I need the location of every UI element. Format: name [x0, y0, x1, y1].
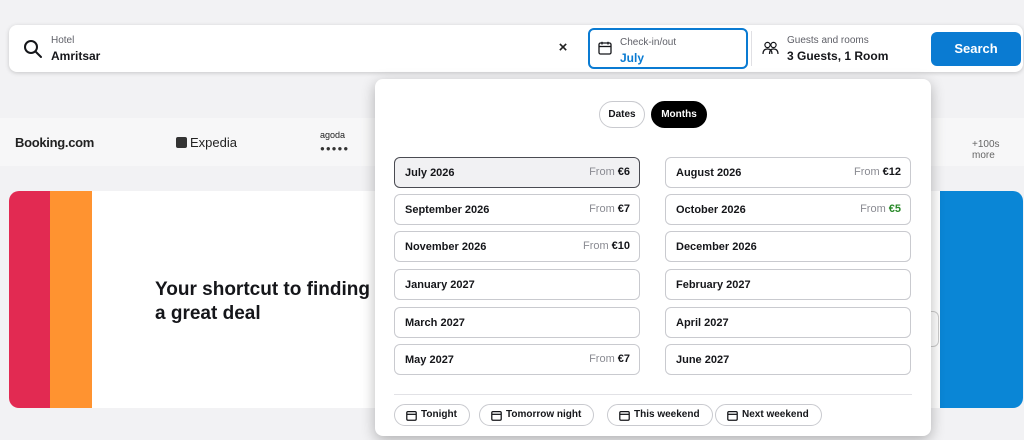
tab-dates[interactable]: Dates [599, 101, 645, 128]
tab-months[interactable]: Months [651, 101, 707, 128]
calendar-icon [406, 410, 417, 421]
month-option[interactable]: December 2026 [665, 231, 911, 262]
price-value: €7 [617, 203, 630, 215]
picker-divider [394, 394, 912, 395]
expedia-logo: Expedia [190, 135, 237, 150]
chip-label: Tonight [421, 409, 457, 420]
month-name: April 2027 [676, 317, 729, 329]
month-option[interactable]: February 2027 [665, 269, 911, 300]
guests-label: Guests and rooms [787, 35, 869, 46]
month-name: October 2026 [676, 204, 746, 216]
banner-headline: Your shortcut to finding a great deal [155, 279, 370, 324]
price-from-label: From [589, 203, 615, 215]
price-from-label: From [582, 240, 609, 252]
month-price: From €6 [589, 166, 630, 178]
price-value: €12 [882, 166, 901, 178]
chip-label: Tomorrow night [506, 409, 582, 420]
guests-field[interactable]: Guests and rooms 3 Guests, 1 Room [752, 28, 927, 69]
guests-icon [762, 41, 779, 55]
chip-label: This weekend [634, 409, 700, 420]
price-from-label: From [860, 203, 886, 215]
month-option[interactable]: April 2027 [665, 307, 911, 338]
month-option[interactable]: May 2027 From €7 [394, 344, 640, 375]
price-value: €7 [617, 353, 630, 365]
price-value: €5 [888, 203, 901, 215]
quick-date-chip[interactable]: Next weekend [715, 404, 822, 426]
month-name: June 2027 [676, 354, 730, 366]
price-from-label: From [853, 166, 880, 178]
month-option[interactable]: November 2026 From €10 [394, 231, 640, 262]
price-from-label: From [589, 166, 615, 178]
month-name: August 2026 [676, 167, 742, 179]
search-button[interactable]: Search [931, 32, 1021, 66]
checkin-field[interactable]: Check-in/out July [588, 28, 748, 69]
banner-red-stripe [9, 191, 50, 408]
calendar-icon [727, 410, 738, 421]
booking-logo: Booking.com [15, 135, 95, 150]
price-from-label: From [589, 353, 615, 365]
hotel-input[interactable]: Amritsar [51, 49, 100, 63]
banner-orange-stripe [50, 191, 92, 408]
month-price: From €10 [583, 240, 630, 252]
month-price: From €12 [854, 166, 901, 178]
month-price: From €7 [589, 353, 630, 365]
month-option[interactable]: March 2027 [394, 307, 640, 338]
month-picker-popup: Dates Months July 2026 From €6 September 20… [375, 79, 931, 436]
month-name: May 2027 [405, 354, 454, 366]
agoda-dots-icon: ●●●●● [320, 144, 350, 153]
checkin-value: July [620, 51, 645, 65]
price-value: €6 [617, 166, 630, 178]
calendar-icon [491, 410, 502, 421]
quick-date-chip[interactable]: Tonight [394, 404, 470, 426]
quick-date-chip[interactable]: Tomorrow night [479, 404, 595, 426]
month-name: March 2027 [405, 317, 465, 329]
calendar-icon [619, 410, 630, 421]
month-name: December 2026 [676, 241, 757, 253]
search-icon [24, 40, 42, 58]
checkin-label: Check-in/out [620, 37, 677, 48]
month-option[interactable]: September 2026 From €7 [394, 194, 640, 225]
month-name: November 2026 [405, 241, 487, 253]
chip-label: Next weekend [742, 409, 809, 420]
month-option[interactable]: January 2027 [394, 269, 640, 300]
price-value: €10 [611, 240, 630, 252]
month-name: January 2027 [405, 279, 475, 291]
more-partners-link[interactable]: +100s more [972, 139, 1024, 161]
search-bar: Hotel Amritsar × Check-in/out July Guest… [9, 25, 1023, 72]
month-option[interactable]: June 2027 [665, 344, 911, 375]
expedia-icon [176, 137, 187, 148]
month-price: From €7 [589, 203, 630, 215]
quick-date-chip[interactable]: This weekend [607, 404, 713, 426]
month-name: July 2026 [405, 167, 455, 179]
agoda-logo: agoda [320, 130, 346, 140]
month-option[interactable]: October 2026 From €5 [665, 194, 911, 225]
month-name: September 2026 [405, 204, 490, 216]
hotel-field-label: Hotel [51, 35, 75, 46]
month-name: February 2027 [676, 279, 751, 291]
banner-blue-stripe [940, 191, 1023, 408]
month-price: From €5 [860, 203, 901, 215]
guests-value: 3 Guests, 1 Room [787, 49, 889, 63]
month-option[interactable]: July 2026 From €6 [394, 157, 640, 188]
month-option[interactable]: August 2026 From €12 [665, 157, 911, 188]
calendar-icon [598, 41, 612, 55]
clear-hotel-button[interactable]: × [554, 39, 572, 57]
